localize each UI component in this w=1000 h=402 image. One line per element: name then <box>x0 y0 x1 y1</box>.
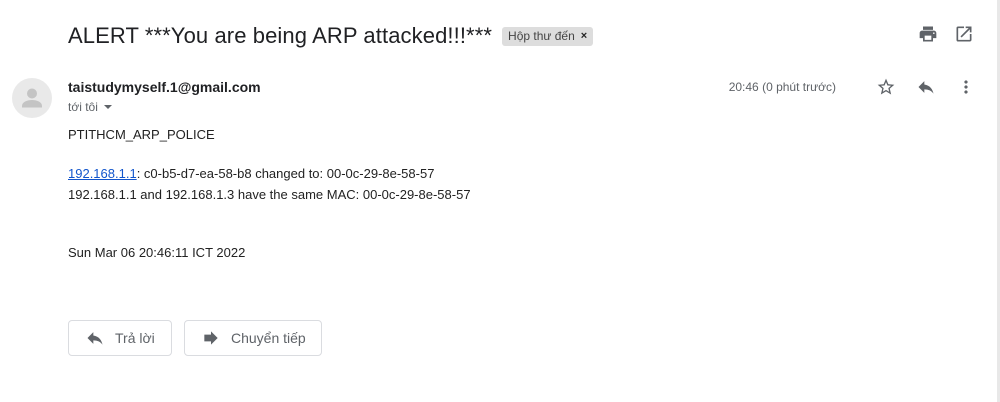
body-line-police: PTITHCM_ARP_POLICE <box>68 127 215 142</box>
subject-row: ALERT ***You are being ARP attacked!!!**… <box>68 20 594 52</box>
top-toolbar <box>918 24 974 44</box>
reply-button[interactable]: Trả lời <box>68 320 172 356</box>
remove-label-button[interactable]: × <box>581 30 587 42</box>
ip-link[interactable]: 192.168.1.1 <box>68 166 137 181</box>
forward-button[interactable]: Chuyển tiếp <box>184 320 322 356</box>
chevron-down-icon[interactable] <box>103 105 112 109</box>
forward-button-label: Chuyển tiếp <box>231 330 306 346</box>
forward-icon <box>204 331 218 345</box>
recipient-text: tới tôi <box>68 100 98 114</box>
email-subject: ALERT ***You are being ARP attacked!!!**… <box>68 23 493 48</box>
body-line-changed: 192.168.1.1: c0-b5-d7-ea-58-b8 changed t… <box>68 166 434 181</box>
body-line-changed-text: : c0-b5-d7-ea-58-b8 changed to: 00-0c-29… <box>136 166 435 181</box>
inbox-label-text: Hộp thư đến <box>508 29 575 43</box>
reply-icon <box>87 332 103 345</box>
star-icon[interactable] <box>876 77 896 97</box>
open-in-new-window-icon[interactable] <box>954 24 974 44</box>
recipient-line[interactable]: tới tôi <box>68 100 112 114</box>
print-icon[interactable] <box>918 24 938 44</box>
reply-icon[interactable] <box>916 77 936 97</box>
sender-email[interactable]: taistudymyself.1@gmail.com <box>68 79 261 95</box>
more-vert-icon[interactable] <box>956 77 976 97</box>
inbox-label-chip[interactable]: Hộp thư đến × <box>502 26 594 46</box>
body-line-date: Sun Mar 06 20:46:11 ICT 2022 <box>68 245 246 260</box>
message-timestamp: 20:46 (0 phút trước) <box>728 80 836 94</box>
avatar-icon[interactable] <box>12 78 52 118</box>
body-line-same-mac: 192.168.1.1 and 192.168.1.3 have the sam… <box>68 187 471 202</box>
message-meta: 20:46 (0 phút trước) <box>729 77 976 97</box>
reply-button-label: Trả lời <box>115 330 155 346</box>
